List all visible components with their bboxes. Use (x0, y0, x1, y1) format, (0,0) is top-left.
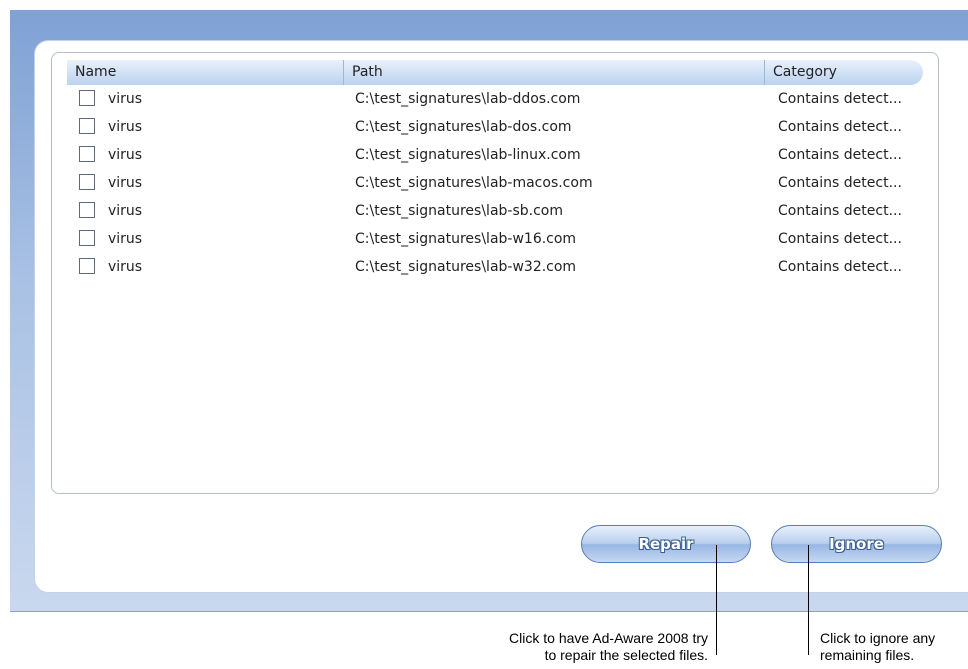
row-path: C:\test_signatures\lab-w16.com (355, 231, 577, 247)
repair-button[interactable]: Repair (581, 525, 751, 563)
repair-callout-line (716, 545, 717, 655)
row-checkbox[interactable] (79, 202, 95, 218)
row-path: C:\test_signatures\lab-macos.com (355, 175, 593, 191)
list-row[interactable]: virus C:\test_signatures\lab-dos.com Con… (67, 113, 923, 141)
row-name: virus (108, 119, 143, 135)
list-header: Name Path Category (67, 60, 923, 85)
row-checkbox[interactable] (79, 174, 95, 190)
row-category: Contains detect... (778, 259, 902, 275)
ignore-callout-text: Click to ignore any remaining files. (820, 630, 935, 664)
list-row[interactable]: virus C:\test_signatures\lab-w16.com Con… (67, 225, 923, 253)
row-path: C:\test_signatures\lab-dos.com (355, 119, 572, 135)
row-path: C:\test_signatures\lab-linux.com (355, 147, 581, 163)
row-checkbox[interactable] (79, 118, 95, 134)
repair-callout-text: Click to have Ad-Aware 2008 try to repai… (509, 630, 708, 664)
row-name: virus (108, 175, 143, 191)
row-checkbox[interactable] (79, 146, 95, 162)
row-checkbox[interactable] (79, 230, 95, 246)
row-category: Contains detect... (778, 147, 902, 163)
row-name: virus (108, 203, 143, 219)
row-checkbox[interactable] (79, 258, 95, 274)
row-category: Contains detect... (778, 203, 902, 219)
row-category: Contains detect... (778, 231, 902, 247)
row-path: C:\test_signatures\lab-sb.com (355, 203, 563, 219)
repair-callout-line1: Click to have Ad-Aware 2008 try (509, 630, 708, 646)
list-row[interactable]: virus C:\test_signatures\lab-linux.com C… (67, 141, 923, 169)
row-category: Contains detect... (778, 175, 902, 191)
column-header-category[interactable]: Category (764, 60, 923, 85)
repair-callout-line2: to repair the selected files. (544, 647, 708, 663)
ignore-callout-line2: remaining files. (820, 647, 915, 663)
ignore-button[interactable]: Ignore (771, 525, 942, 563)
list-row[interactable]: virus C:\test_signatures\lab-ddos.com Co… (67, 85, 923, 113)
row-name: virus (108, 259, 143, 275)
row-name: virus (108, 147, 143, 163)
row-path: C:\test_signatures\lab-ddos.com (355, 91, 581, 107)
list-row[interactable]: virus C:\test_signatures\lab-macos.com C… (67, 169, 923, 197)
column-header-path[interactable]: Path (343, 60, 764, 85)
ignore-callout-line1: Click to ignore any (820, 630, 936, 646)
list-row[interactable]: virus C:\test_signatures\lab-w32.com Con… (67, 253, 923, 281)
row-checkbox[interactable] (79, 90, 95, 106)
row-path: C:\test_signatures\lab-w32.com (355, 259, 577, 275)
ignore-callout-line (808, 545, 809, 655)
row-name: virus (108, 231, 143, 247)
screenshot-root: Name Path Category virus C:\test_signatu… (0, 0, 968, 669)
list-row[interactable]: virus C:\test_signatures\lab-sb.com Cont… (67, 197, 923, 225)
column-header-name[interactable]: Name (67, 60, 343, 85)
row-category: Contains detect... (778, 91, 902, 107)
row-category: Contains detect... (778, 119, 902, 135)
row-name: virus (108, 91, 143, 107)
